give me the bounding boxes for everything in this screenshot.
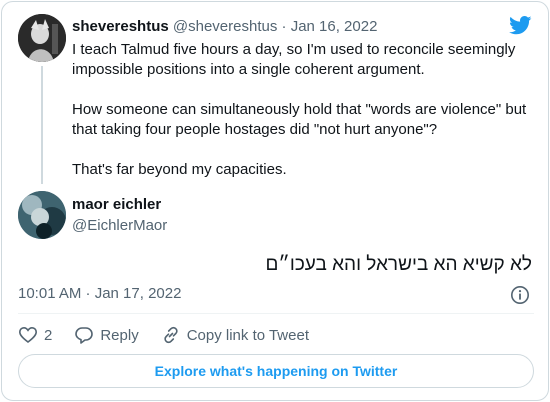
info-icon[interactable] — [510, 285, 530, 305]
main-author-name[interactable]: maor eichler — [72, 196, 161, 213]
main-tweet-text: לא קשיא הא בישראל והא בעכו״ם — [265, 254, 532, 275]
main-author-avatar[interactable] — [18, 191, 66, 239]
quoted-tweet-header: shevereshtus @shevereshtus · Jan 16, 202… — [72, 18, 377, 35]
explore-twitter-button[interactable]: Explore what's happening on Twitter — [18, 354, 534, 388]
quoted-author-name[interactable]: shevereshtus — [72, 18, 169, 35]
reply-button[interactable]: Reply — [74, 325, 139, 345]
copy-link-button[interactable]: Copy link to Tweet — [161, 325, 309, 345]
copy-link-label: Copy link to Tweet — [186, 326, 309, 344]
divider — [18, 313, 534, 314]
heart-icon — [18, 326, 38, 344]
link-icon — [164, 326, 178, 344]
tweet-actions-bar: 2 Reply Copy link to Tweet — [18, 324, 331, 346]
main-author-handle[interactable]: @EichlerMaor — [72, 217, 167, 234]
like-button[interactable]: 2 — [18, 325, 52, 345]
reply-label: Reply — [100, 326, 139, 344]
thread-connector-line — [41, 66, 43, 184]
quoted-tweet-text: I teach Talmud five hours a day, so I'm … — [72, 41, 527, 178]
quoted-tweet-date[interactable]: Jan 16, 2022 — [291, 18, 378, 35]
twitter-bird-icon[interactable] — [509, 16, 532, 35]
reply-bubble-icon — [75, 327, 94, 344]
quoted-author-handle[interactable]: @shevereshtus — [173, 18, 277, 35]
tweet-timestamp[interactable]: 10:01 AM · Jan 17, 2022 — [18, 285, 181, 302]
tweet-embed-card: shevereshtus @shevereshtus · Jan 16, 202… — [1, 1, 549, 401]
quoted-author-avatar[interactable] — [18, 14, 66, 62]
like-count: 2 — [44, 326, 53, 344]
meta-separator: · — [281, 18, 287, 35]
